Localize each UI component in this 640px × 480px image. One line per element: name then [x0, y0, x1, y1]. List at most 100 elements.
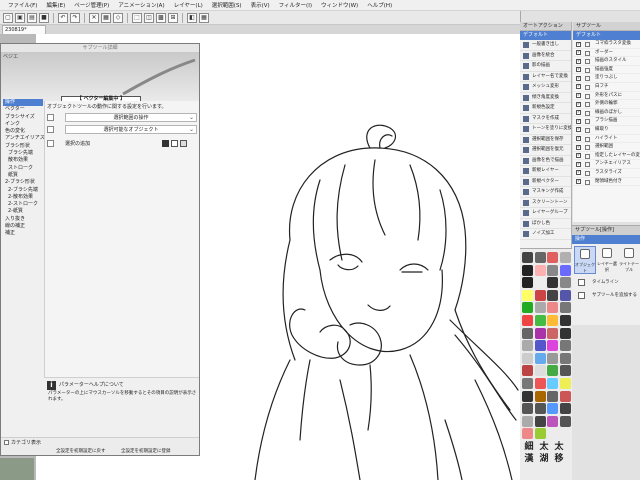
category-item[interactable]: 補正	[3, 230, 43, 237]
auto-action-item[interactable]: 新規色設定	[520, 103, 571, 114]
menu-item[interactable]: 編集(E)	[46, 1, 65, 9]
tool-icon[interactable]	[547, 415, 559, 427]
check-icon[interactable]: ✓	[576, 93, 581, 99]
lock-icon[interactable]	[585, 84, 590, 90]
brush-preset-icon[interactable]: 太	[537, 442, 551, 453]
check-icon[interactable]: ✓	[576, 118, 581, 124]
new-document-icon[interactable]: ▣	[15, 12, 25, 23]
lock-icon[interactable]	[585, 170, 590, 176]
category-item[interactable]: アンチエイリアス	[3, 135, 45, 142]
lock-icon[interactable]	[585, 127, 590, 133]
fill-icon[interactable]: ▦	[101, 12, 111, 23]
lock-icon[interactable]	[585, 42, 590, 47]
category-show-checkbox[interactable]	[4, 440, 9, 445]
lock-icon[interactable]	[585, 93, 590, 99]
auto-action-item[interactable]: マスクを作成	[520, 114, 571, 124]
tool-icon[interactable]	[559, 277, 571, 289]
category-item[interactable]: ベクター	[3, 106, 43, 113]
lock-icon[interactable]	[585, 119, 590, 125]
tool-icon[interactable]	[534, 314, 546, 326]
check-icon[interactable]: ✓	[576, 110, 581, 116]
menu-item[interactable]: アニメーション(A)	[118, 1, 164, 9]
material-item[interactable]: ✓ 線画のぼかし	[573, 109, 640, 118]
material-item[interactable]: ✓ ラスタライズ	[573, 169, 640, 178]
reset-initial-button[interactable]: 全設定を初期設定に戻す	[56, 448, 106, 454]
tool-icon[interactable]	[534, 252, 546, 263]
auto-action-item[interactable]: 新規ベクター	[520, 177, 571, 187]
tool-icon[interactable]	[534, 365, 546, 377]
lock-icon[interactable]	[585, 162, 590, 168]
tool-icon[interactable]	[559, 415, 571, 427]
brush-preset-icon[interactable]: 漢	[522, 454, 536, 465]
material-item[interactable]: ✓ 外側の輪郭	[573, 100, 640, 109]
add-subtool-button[interactable]: サブツールを追加する	[572, 289, 640, 302]
redo-icon[interactable]: ↷	[70, 12, 80, 23]
lock-icon[interactable]	[585, 145, 590, 151]
tool-icon[interactable]	[534, 390, 546, 402]
invert-selection-icon[interactable]: ◫	[144, 12, 154, 23]
check-icon[interactable]: ✓	[576, 84, 581, 90]
tool-icon[interactable]	[547, 302, 559, 314]
check-icon[interactable]: ✓	[576, 179, 581, 184]
tool-icon[interactable]	[547, 352, 559, 364]
menu-item[interactable]: ファイル(F)	[8, 1, 37, 9]
subtool-object-button[interactable]: オブジェクト	[574, 246, 596, 274]
lock-icon[interactable]	[585, 136, 590, 142]
tool-icon[interactable]	[547, 252, 559, 263]
transform-icon[interactable]: ◇	[113, 12, 123, 23]
tool-icon[interactable]	[522, 377, 533, 389]
check-icon[interactable]: ✓	[576, 127, 581, 133]
tool-icon[interactable]	[559, 302, 571, 314]
lock-icon[interactable]	[585, 76, 590, 82]
mode-add-icon[interactable]	[171, 140, 178, 147]
undo-icon[interactable]: ↶	[58, 12, 68, 23]
brush-preset-icon[interactable]: 移	[552, 454, 566, 465]
mode-new-icon[interactable]	[162, 140, 169, 147]
material-item[interactable]: ✓ 指定したレイヤーの変更	[573, 152, 640, 161]
tool-icon[interactable]	[522, 264, 533, 276]
selectable-object-select[interactable]: 選択可能なオブジェクト ⌄	[65, 125, 197, 134]
tool-icon[interactable]	[559, 289, 571, 301]
ruler-icon[interactable]: ◧	[187, 12, 197, 23]
lock-icon[interactable]	[585, 67, 590, 73]
register-initial-button[interactable]: 全設定を初期設定に登録	[121, 448, 171, 454]
tool-icon[interactable]	[522, 415, 533, 427]
brush-preset-icon[interactable]: 細	[522, 442, 536, 453]
tool-icon[interactable]	[534, 327, 546, 339]
timeline-item[interactable]: タイムライン	[572, 276, 640, 289]
new-icon[interactable]: ▢	[3, 12, 13, 23]
material-item[interactable]: ✓ 閉領域色付き	[573, 178, 640, 187]
category-item[interactable]: 2-紙質	[3, 208, 43, 215]
tool-icon[interactable]	[559, 327, 571, 339]
tool-icon[interactable]	[559, 340, 571, 352]
tool-icon[interactable]	[522, 277, 533, 289]
material-item[interactable]: ✓ ボーダー	[573, 49, 640, 58]
auto-action-set[interactable]: デフォルト	[520, 31, 571, 40]
tool-icon[interactable]	[534, 415, 546, 427]
material-item[interactable]: ✓ 縁取り	[573, 126, 640, 135]
tool-icon[interactable]	[547, 377, 559, 389]
tool-icon[interactable]	[522, 252, 533, 263]
material-item[interactable]: ✓ ブラシ描画	[573, 117, 640, 126]
tool-icon[interactable]	[559, 352, 571, 364]
menu-item[interactable]: ヘルプ(H)	[367, 1, 392, 9]
category-item[interactable]: 入り抜き	[3, 216, 43, 223]
tool-icon[interactable]	[559, 264, 571, 276]
check-icon[interactable]: ✓	[576, 153, 581, 159]
tool-icon[interactable]	[547, 264, 559, 276]
tool-icon[interactable]	[534, 428, 546, 440]
tool-icon[interactable]	[522, 340, 533, 352]
tool-icon[interactable]	[559, 365, 571, 377]
select-all-icon[interactable]: ▩	[156, 12, 166, 23]
menu-item[interactable]: 選択範囲(S)	[212, 1, 242, 9]
tool-icon[interactable]	[534, 264, 546, 276]
tool-icon[interactable]	[547, 314, 559, 326]
mode-subtract-icon[interactable]	[180, 140, 187, 147]
tool-icon[interactable]	[522, 365, 533, 377]
material-item[interactable]: ✓ コマ枠ラスタ変換	[573, 40, 640, 49]
check-icon[interactable]: ✓	[576, 161, 581, 167]
tool-icon[interactable]	[534, 403, 546, 415]
material-item[interactable]: ✓ 塗りつぶし	[573, 74, 640, 83]
category-item[interactable]: 2-散布効果	[3, 194, 43, 201]
category-item[interactable]: ストローク	[3, 165, 43, 172]
